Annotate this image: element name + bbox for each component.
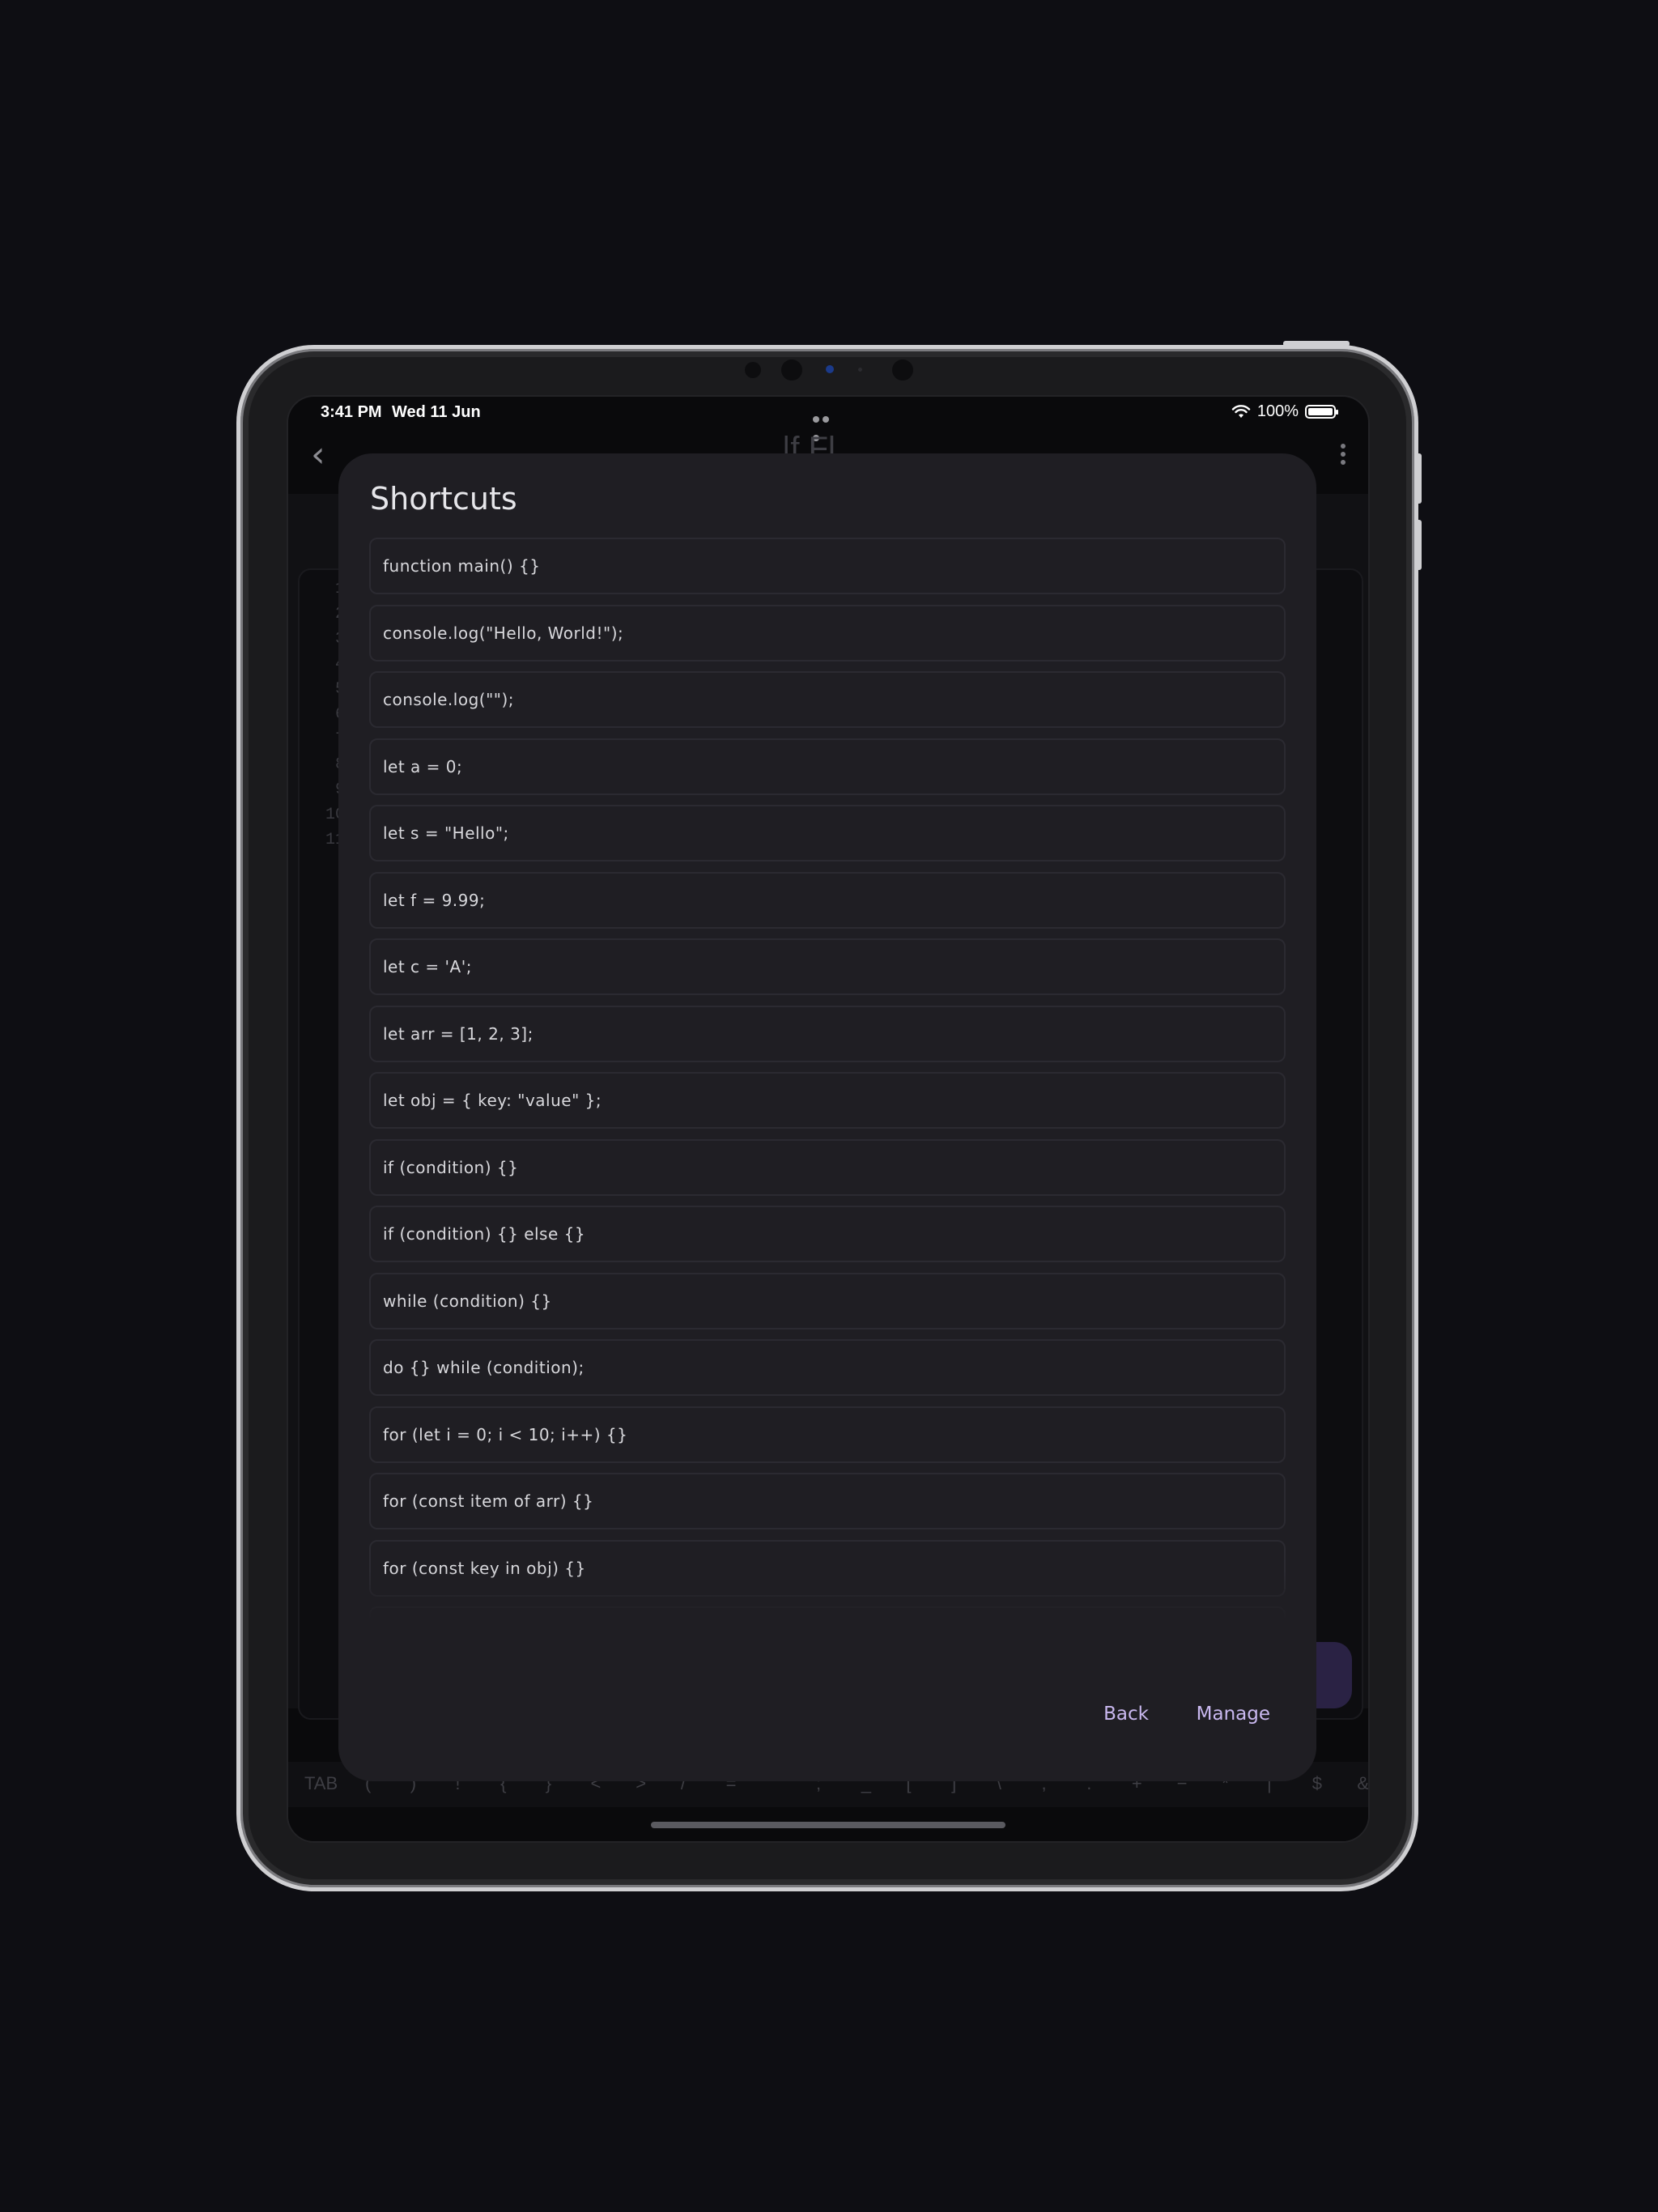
home-indicator[interactable] bbox=[651, 1822, 1005, 1828]
shortcut-code: let a = 0; bbox=[383, 756, 463, 776]
shortcut-code: if (condition) {} bbox=[383, 1157, 519, 1177]
manage-button[interactable]: Manage bbox=[1197, 1704, 1270, 1725]
shortcut-item[interactable]: let a = 0; bbox=[369, 738, 1286, 795]
more-options-icon[interactable] bbox=[1341, 444, 1346, 468]
shortcut-item[interactable]: function main() {} bbox=[369, 538, 1286, 594]
shortcut-item[interactable]: while (condition) {} bbox=[369, 1272, 1286, 1329]
back-button[interactable]: Back bbox=[1103, 1704, 1149, 1725]
shortcut-item[interactable]: for (let i = 0; i < 10; i++) {} bbox=[369, 1406, 1286, 1463]
shortcut-list[interactable]: function main() {} console.log("Hello, Wo… bbox=[369, 538, 1286, 1619]
shortcut-item[interactable]: let obj = { key: "value" }; bbox=[369, 1072, 1286, 1129]
shortcut-item[interactable]: let c = 'A'; bbox=[369, 938, 1286, 995]
back-chevron-icon[interactable]: ‹ bbox=[311, 437, 325, 473]
camera-bar bbox=[745, 357, 915, 381]
shortcut-code: do {} while (condition); bbox=[383, 1358, 585, 1377]
shortcut-code: console.log("Hello, World!"); bbox=[383, 623, 624, 643]
wifi-icon bbox=[1231, 404, 1251, 418]
shortcut-code: let obj = { key: "value" }; bbox=[383, 1091, 602, 1110]
shortcut-code: function main() {} bbox=[383, 556, 541, 576]
dialog-title: Shortcuts bbox=[370, 481, 517, 517]
symbol-key[interactable]: & bbox=[1357, 1773, 1368, 1794]
shortcut-item[interactable]: console.log("Hello, World!"); bbox=[369, 604, 1286, 661]
shortcut-item[interactable]: if (condition) {} bbox=[369, 1138, 1286, 1196]
shortcut-code: let c = 'A'; bbox=[383, 957, 472, 976]
list-fade bbox=[369, 1571, 1286, 1619]
shortcut-code: console.log(""); bbox=[383, 690, 515, 709]
shortcuts-dialog: Shortcuts function main() {} console.log(… bbox=[338, 453, 1316, 1781]
shortcut-code: for (let i = 0; i < 10; i++) {} bbox=[383, 1424, 628, 1444]
status-date: Wed 11 Jun bbox=[392, 403, 481, 421]
symbol-key[interactable]: TAB bbox=[304, 1773, 338, 1794]
shortcut-code: let arr = [1, 2, 3]; bbox=[383, 1023, 534, 1044]
status-bar: 3:41 PM Wed 11 Jun 100% bbox=[288, 397, 1368, 441]
shortcut-code: while (condition) {} bbox=[383, 1291, 552, 1311]
shortcut-code: let s = "Hello"; bbox=[383, 823, 509, 843]
shortcut-item[interactable]: let f = 9.99; bbox=[369, 871, 1286, 929]
shortcut-code: for (const item of arr) {} bbox=[383, 1491, 594, 1511]
shortcut-item[interactable]: for (const item of arr) {} bbox=[369, 1473, 1286, 1529]
shortcut-item[interactable]: do {} while (condition); bbox=[369, 1339, 1286, 1396]
shortcut-item[interactable]: console.log(""); bbox=[369, 671, 1286, 728]
shortcut-item[interactable]: if (condition) {} else {} bbox=[369, 1206, 1286, 1262]
shortcut-item[interactable]: let arr = [1, 2, 3]; bbox=[369, 1005, 1286, 1062]
battery-percent: 100% bbox=[1256, 402, 1299, 420]
symbol-key[interactable]: $ bbox=[1312, 1773, 1322, 1794]
status-time: 3:41 PM bbox=[321, 403, 382, 421]
shortcut-code: if (condition) {} else {} bbox=[383, 1224, 586, 1244]
home-strip bbox=[288, 1807, 1368, 1841]
shortcut-item[interactable]: let s = "Hello"; bbox=[369, 805, 1286, 861]
shortcut-code: let f = 9.99; bbox=[383, 890, 486, 910]
multitask-dots-icon[interactable] bbox=[813, 409, 840, 441]
battery-icon bbox=[1305, 405, 1338, 419]
